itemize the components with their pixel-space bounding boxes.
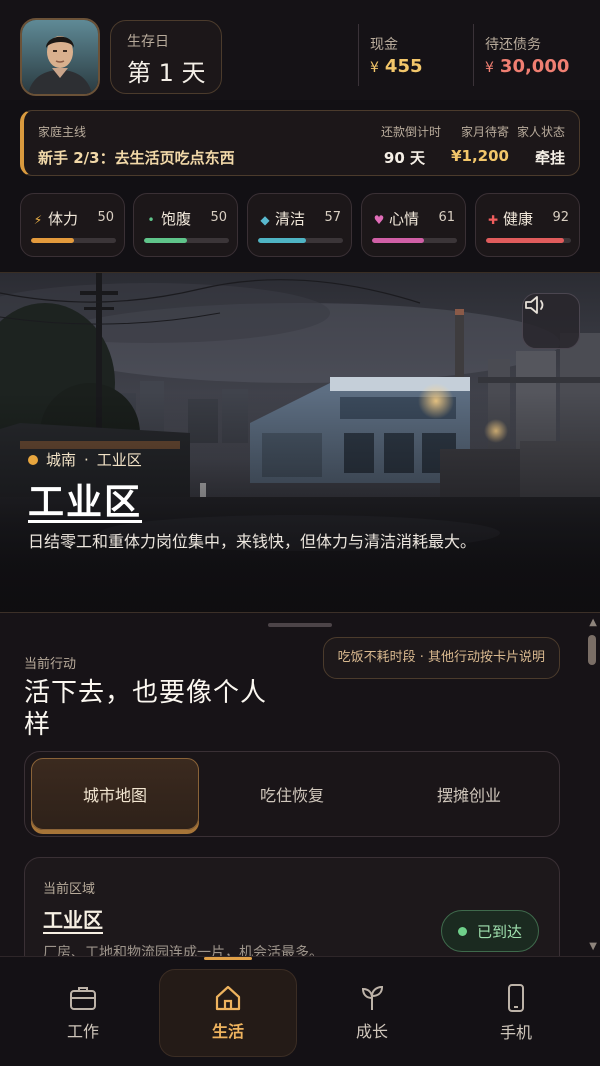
stat-name: • 饱腹 xyxy=(144,208,191,229)
divider xyxy=(358,24,359,86)
family-label: 家人状态 xyxy=(516,125,565,139)
actions-section-label: 当前行动 xyxy=(24,657,77,672)
home-icon xyxy=(215,985,241,1011)
drag-handle[interactable] xyxy=(268,623,332,627)
nav-growth[interactable]: 成长 xyxy=(303,969,441,1057)
countdown-label: 还款倒计时 xyxy=(380,125,441,139)
nav-growth-label: 成长 xyxy=(355,1022,388,1041)
monthly-label: 家月待寄 xyxy=(460,125,509,139)
location-description: 日结零工和重体力岗位集中，来钱快，但体力与清洁消耗最大。 xyxy=(28,532,477,551)
cash-value: ¥455 xyxy=(370,56,423,77)
sprout-icon xyxy=(361,985,384,1010)
cash-amount: 455 xyxy=(384,56,423,77)
stat-cleanliness[interactable]: ◆ 清洁 57 xyxy=(247,193,352,257)
family-value: 牵挂 xyxy=(534,149,565,167)
stat-satiety[interactable]: • 饱腹 50 xyxy=(133,193,238,257)
main-quest-card[interactable]: 家庭主线 新手 2/3：去生活页吃点东西 还款倒计时 90 天 家月待寄 ¥1,… xyxy=(20,110,580,176)
dot-icon: • xyxy=(147,213,155,227)
stat-name: ♥ 心情 xyxy=(373,210,420,228)
stat-bar xyxy=(144,238,229,243)
scroll-up-icon[interactable]: ▲ xyxy=(589,617,597,628)
nav-work-label: 工作 xyxy=(66,1022,99,1041)
active-tab-indicator xyxy=(204,957,252,960)
plus-icon: ✚ xyxy=(487,213,499,227)
stat-bar xyxy=(486,238,571,243)
breadcrumb-separator: · xyxy=(84,450,89,469)
debt-amount: 30,000 xyxy=(499,56,570,77)
current-area-card[interactable]: 当前区域 工业区 厂房、工地和物流园连成一片，机会活最多。 已到达 xyxy=(24,857,560,956)
nav-life-label: 生活 xyxy=(211,1022,244,1041)
speaker-icon xyxy=(525,296,544,314)
bottom-navigation: 工作 生活 成长 手机 xyxy=(0,956,600,1066)
area-name: 工业区 xyxy=(43,908,103,932)
stat-bar xyxy=(372,238,457,243)
actions-title: 活下去，也要像个人样 xyxy=(24,678,268,740)
stat-value: 50 xyxy=(97,210,114,225)
debt-currency: ¥ xyxy=(485,60,494,76)
location-hero: 城南 · 工业区 工业区 日结零工和重体力岗位集中，来钱快，但体力与清洁消耗最大… xyxy=(0,272,600,612)
avatar-portrait-image xyxy=(22,20,98,94)
tab-street-stall[interactable]: 摆摊创业 xyxy=(385,758,553,830)
stat-name: ◆ 清洁 xyxy=(258,208,305,229)
stat-value: 50 xyxy=(210,210,227,225)
cash-currency: ¥ xyxy=(370,60,379,76)
monthly-value: ¥1,200 xyxy=(451,147,509,165)
stat-bar xyxy=(31,238,116,243)
divider xyxy=(473,24,474,86)
location-district: 城南 xyxy=(46,451,77,469)
area-label: 当前区域 xyxy=(43,882,96,897)
scroll-down-icon[interactable]: ▼ xyxy=(589,941,597,952)
bolt-icon: ⚡ xyxy=(33,213,43,227)
nav-phone-label: 手机 xyxy=(499,1023,532,1042)
tab-food-lodging[interactable]: 吃住恢复 xyxy=(208,758,376,830)
sound-toggle-button[interactable] xyxy=(522,293,580,349)
nav-work[interactable]: 工作 xyxy=(14,969,152,1057)
scrollbar-thumb[interactable] xyxy=(588,635,596,665)
drop-icon: ◆ xyxy=(260,213,270,227)
survival-day-card: 生存日 第 1 天 xyxy=(110,20,222,94)
survival-day-label: 生存日 xyxy=(127,34,169,50)
status-dot-icon xyxy=(457,926,467,936)
stat-health[interactable]: ✚ 健康 92 xyxy=(475,193,580,257)
stat-bar xyxy=(258,238,343,243)
nav-phone[interactable]: 手机 xyxy=(447,969,585,1057)
arrived-status-label: 已到达 xyxy=(476,922,522,941)
survival-day-value: 第 1 天 xyxy=(127,59,206,87)
nav-life[interactable]: 生活 xyxy=(159,969,297,1057)
cash-label: 现金 xyxy=(370,37,398,53)
stat-value: 57 xyxy=(324,210,341,225)
quest-text: 新手 2/3：去生活页吃点东西 xyxy=(38,149,235,167)
debt-value: ¥30,000 xyxy=(485,56,569,77)
phone-icon xyxy=(508,984,524,1012)
stat-name: ✚ 健康 xyxy=(487,210,534,228)
industrial-scene-image xyxy=(0,273,600,612)
arrived-status-badge[interactable]: 已到达 xyxy=(440,910,539,952)
quest-label: 家庭主线 xyxy=(38,125,87,139)
heart-icon: ♥ xyxy=(373,213,385,227)
stat-stamina[interactable]: ⚡ 体力 50 xyxy=(20,193,125,257)
location-zone: 工业区 xyxy=(96,451,142,469)
location-dot-icon xyxy=(28,454,38,465)
stat-value: 61 xyxy=(438,210,455,225)
debt-label: 待还债务 xyxy=(485,37,541,53)
top-status-bar: 生存日 第 1 天 现金 ¥455 待还债务 ¥30,000 xyxy=(0,0,600,100)
action-tabs: 城市地图 吃住恢复 摆摊创业 xyxy=(24,751,560,837)
stat-name: ⚡ 体力 xyxy=(31,208,78,229)
stat-mood[interactable]: ♥ 心情 61 xyxy=(361,193,466,257)
player-avatar[interactable] xyxy=(20,18,100,96)
area-description: 厂房、工地和物流园连成一片，机会活最多。 xyxy=(43,945,323,956)
briefcase-icon xyxy=(70,987,96,1010)
tab-city-map[interactable]: 城市地图 xyxy=(31,758,199,830)
location-breadcrumb: 城南 · 工业区 xyxy=(28,449,142,470)
actions-hint-badge: 吃饭不耗时段 · 其他行动按卡片说明 xyxy=(322,637,560,679)
location-title: 工业区 xyxy=(28,482,143,523)
countdown-value: 90 天 xyxy=(383,149,425,167)
stat-value: 92 xyxy=(552,210,569,225)
action-panel[interactable]: ▲ ▼ 当前行动 活下去，也要像个人样 吃饭不耗时段 · 其他行动按卡片说明 城… xyxy=(0,612,600,956)
